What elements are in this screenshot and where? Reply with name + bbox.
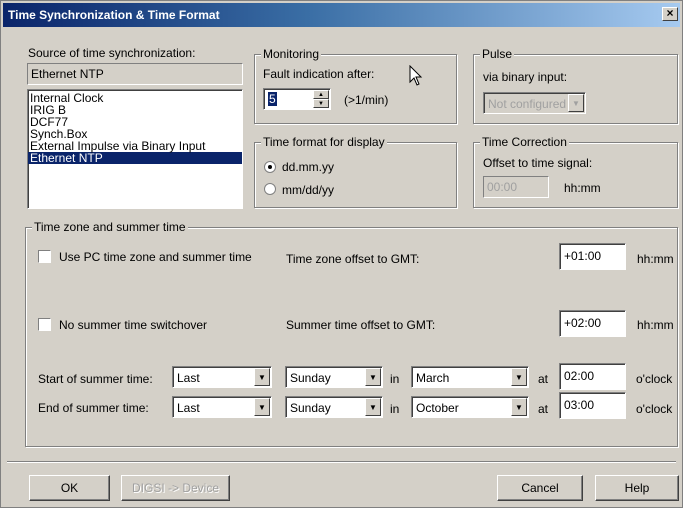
fault-indication-value: 5 [268, 92, 277, 106]
binary-input-value: Not configured [488, 97, 566, 111]
pulse-title: Pulse [480, 47, 515, 61]
offset-input[interactable]: 00:00 [483, 176, 549, 198]
no-switchover-label: No summer time switchover [59, 318, 208, 332]
time-format-group: Time format for display dd.mm.yy mm/dd/y… [254, 135, 457, 208]
end-time-input[interactable]: 03:00 [559, 392, 626, 419]
spin-arrows-icon[interactable]: ▲ ▼ [313, 90, 329, 108]
end-month-select[interactable]: October ▼ [411, 396, 529, 418]
chevron-down-icon[interactable]: ▼ [254, 398, 270, 416]
close-icon[interactable]: × [662, 7, 678, 21]
tz-offset-unit: hh:mm [637, 252, 674, 266]
summer-offset-label: Summer time offset to GMT: [286, 318, 436, 332]
offset-label: Offset to time signal: [483, 156, 593, 170]
mouse-pointer-icon [409, 65, 423, 86]
start-time-unit: o'clock [636, 372, 673, 386]
spin-up-icon[interactable]: ▲ [313, 90, 329, 99]
dialog-window: Time Synchronization & Time Format × Sou… [0, 0, 683, 508]
pulse-group: Pulse via binary input: Not configured ▼ [473, 47, 678, 124]
start-week-value: Last [177, 371, 200, 385]
source-current-field: Ethernet NTP [27, 63, 243, 85]
end-day-select[interactable]: Sunday ▼ [285, 396, 383, 418]
radio-ddmmyy[interactable] [264, 161, 276, 173]
end-week-select[interactable]: Last ▼ [172, 396, 272, 418]
help-button[interactable]: Help [595, 475, 679, 501]
offset-unit: hh:mm [564, 181, 601, 195]
start-in-label: in [390, 372, 400, 386]
fault-indication-label: Fault indication after: [263, 67, 375, 81]
monitoring-title: Monitoring [261, 47, 322, 61]
radio-ddmmyy-label: dd.mm.yy [282, 160, 335, 174]
binary-input-label: via binary input: [483, 70, 568, 84]
use-pc-timezone-checkbox[interactable] [38, 250, 51, 263]
start-time-input[interactable]: 02:00 [559, 363, 626, 390]
ok-button[interactable]: OK [29, 475, 110, 501]
end-in-label: in [390, 402, 400, 416]
start-summer-label: Start of summer time: [38, 372, 153, 386]
chevron-down-icon[interactable]: ▼ [511, 368, 527, 386]
start-month-select[interactable]: March ▼ [411, 366, 529, 388]
start-at-label: at [538, 372, 549, 386]
chevron-down-icon[interactable]: ▼ [254, 368, 270, 386]
spin-down-icon[interactable]: ▼ [313, 99, 329, 108]
chevron-down-icon[interactable]: ▼ [365, 398, 381, 416]
timezone-title: Time zone and summer time [32, 220, 188, 234]
end-day-value: Sunday [290, 401, 331, 415]
use-pc-timezone-label: Use PC time zone and summer time [59, 250, 252, 264]
end-at-label: at [538, 402, 549, 416]
start-month-value: March [416, 371, 450, 385]
summer-offset-input[interactable]: +02:00 [559, 310, 626, 337]
end-month-value: October [416, 401, 459, 415]
radio-mmddyy-label: mm/dd/yy [282, 183, 335, 197]
source-list-item[interactable]: Ethernet NTP [28, 152, 242, 164]
end-summer-label: End of summer time: [38, 401, 149, 415]
start-day-value: Sunday [290, 371, 331, 385]
time-format-title: Time format for display [261, 135, 387, 149]
window-title: Time Synchronization & Time Format [8, 8, 220, 22]
end-week-value: Last [177, 401, 200, 415]
start-week-select[interactable]: Last ▼ [172, 366, 272, 388]
summer-offset-unit: hh:mm [637, 318, 674, 332]
time-correction-group: Time Correction Offset to time signal: 0… [473, 135, 678, 208]
digsi-device-button[interactable]: DIGSI -> Device [121, 475, 230, 501]
separator [7, 461, 676, 463]
source-label: Source of time synchronization: [28, 46, 196, 60]
time-correction-title: Time Correction [480, 135, 569, 149]
radio-mmddyy[interactable] [264, 183, 276, 195]
source-listbox[interactable]: Internal Clock IRIG B DCF77 Synch.Box Extern… [27, 89, 243, 209]
chevron-down-icon[interactable]: ▼ [568, 94, 584, 112]
title-bar: Time Synchronization & Time Format × [3, 3, 680, 27]
start-day-select[interactable]: Sunday ▼ [285, 366, 383, 388]
monitoring-group: Monitoring Fault indication after: 5 ▲ ▼… [254, 47, 457, 124]
chevron-down-icon[interactable]: ▼ [511, 398, 527, 416]
end-time-unit: o'clock [636, 402, 673, 416]
cancel-button[interactable]: Cancel [497, 475, 583, 501]
no-switchover-checkbox[interactable] [38, 318, 51, 331]
chevron-down-icon[interactable]: ▼ [365, 368, 381, 386]
fault-indication-unit: (>1/min) [344, 93, 389, 107]
tz-offset-input[interactable]: +01:00 [559, 243, 626, 270]
tz-offset-label: Time zone offset to GMT: [286, 252, 420, 266]
binary-input-select[interactable]: Not configured ▼ [483, 92, 586, 114]
